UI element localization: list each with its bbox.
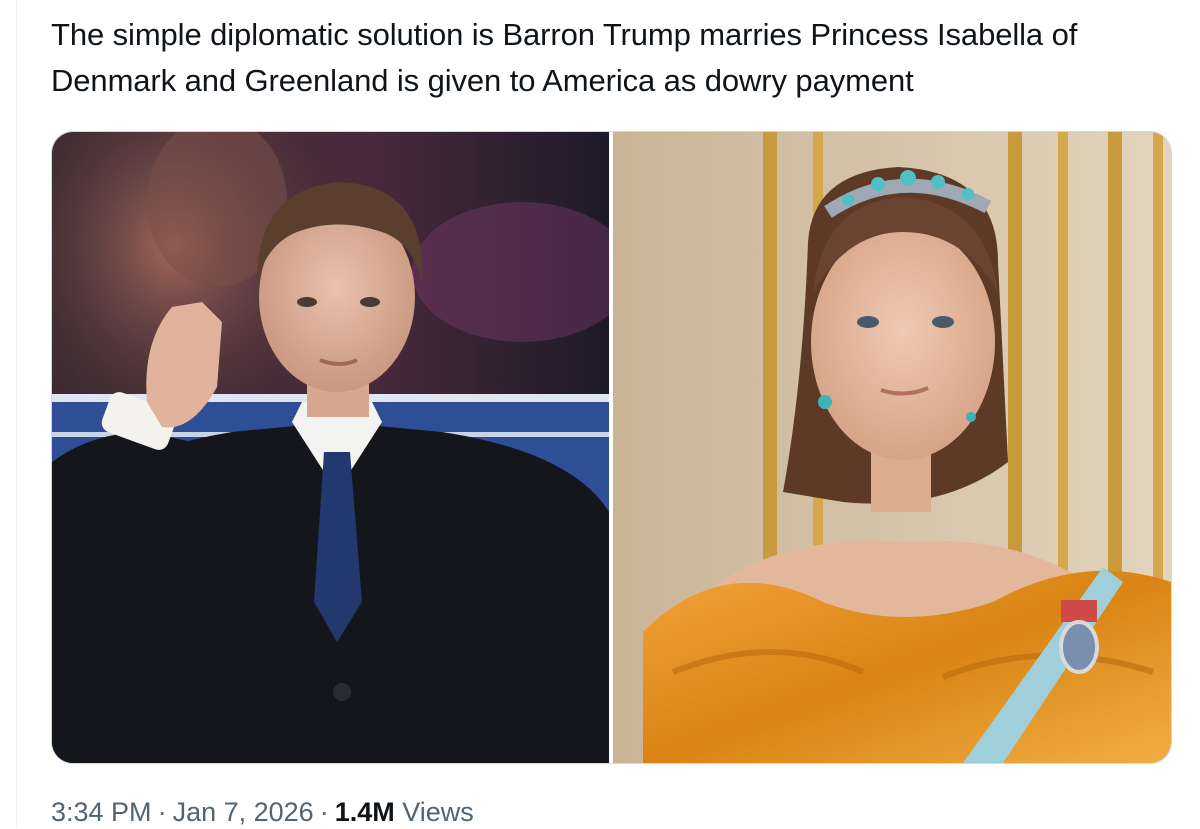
photo-left[interactable] [52, 132, 609, 763]
tweet-time: 3:34 PM [51, 797, 152, 827]
tweet-timestamp[interactable]: 3:34 PM · Jan 7, 2026 [51, 797, 314, 827]
photo-right-image [613, 132, 1171, 763]
meta-separator: · [157, 797, 167, 827]
views-label: Views [402, 797, 474, 827]
view-count: 1.4M [334, 797, 395, 827]
tweet-meta: 3:34 PM · Jan 7, 2026 · 1.4M Views [51, 795, 474, 829]
timeline-divider [16, 0, 17, 828]
meta-separator: · [319, 797, 329, 827]
tweet-date: Jan 7, 2026 [172, 797, 314, 827]
photo-right[interactable] [613, 132, 1171, 763]
tweet-text: The simple diplomatic solution is Barron… [51, 17, 1078, 98]
photo-left-image [52, 132, 609, 763]
media-grid [51, 131, 1172, 764]
